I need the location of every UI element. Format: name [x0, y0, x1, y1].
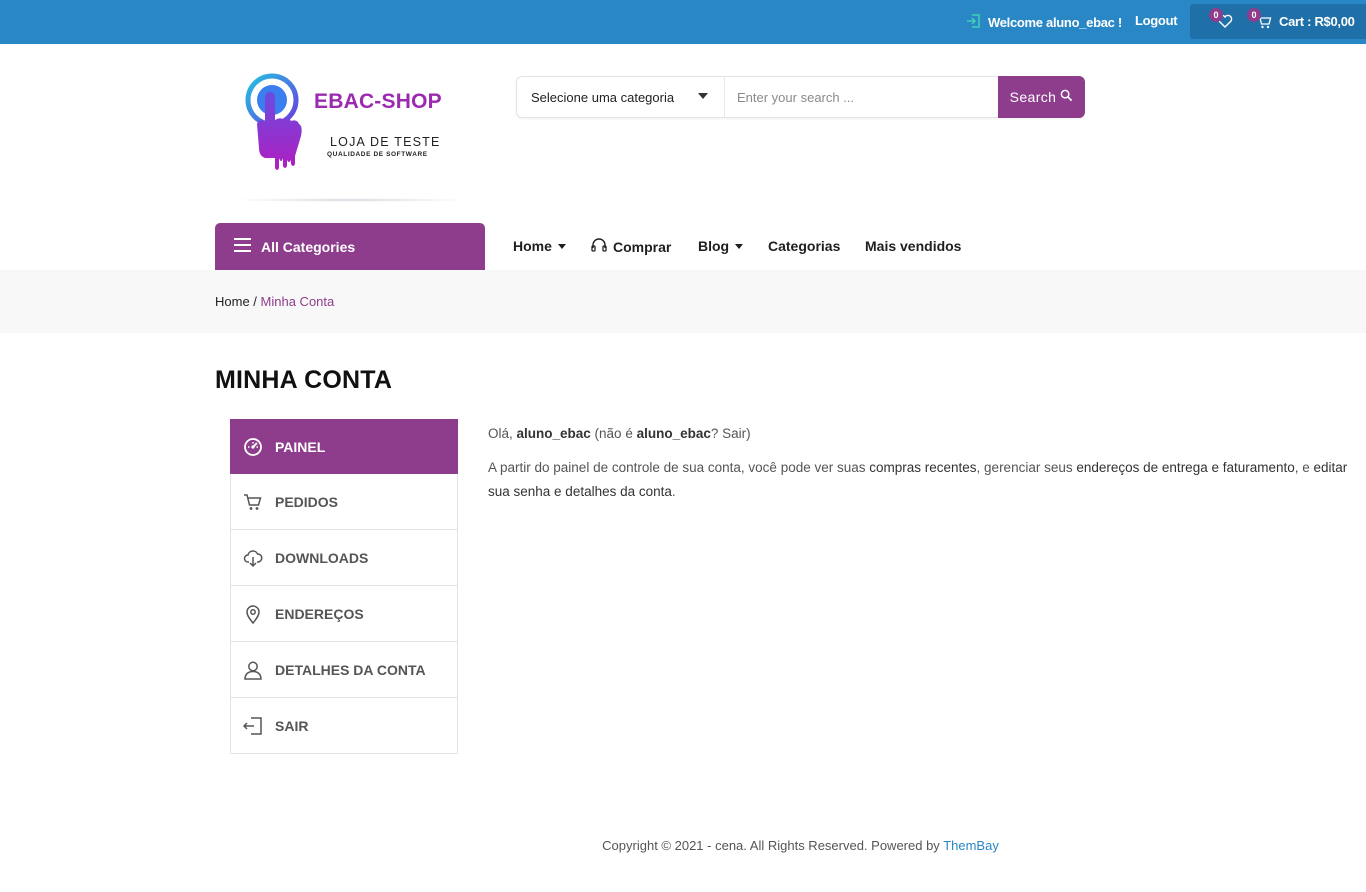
desc-text-a: A partir do painel de controle de sua co…	[488, 460, 870, 475]
account-menu-pedidos[interactable]: PEDIDOS	[230, 474, 458, 530]
account-menu-label: PAINEL	[275, 438, 326, 455]
username-repeat: aluno_ebac	[636, 426, 711, 441]
desc-text-c: , e	[1294, 460, 1314, 475]
wishlist-count-badge: 0	[1209, 8, 1223, 22]
footer-copyright: Copyright © 2021 - cena. All Rights Rese…	[602, 838, 944, 853]
nav-comprar[interactable]: Comprar	[591, 238, 671, 256]
account-menu-enderecos[interactable]: ENDEREÇOS	[230, 586, 458, 642]
account-menu-label: DETALHES DA CONTA	[275, 661, 426, 678]
dashboard-icon	[243, 437, 263, 457]
site-logo[interactable]: EBAC-SHOP LOJA DE TESTE QUALIDADE DE SOF…	[230, 70, 470, 205]
chevron-down-icon[interactable]	[698, 93, 708, 99]
username: aluno_ebac	[516, 426, 591, 441]
nav-mais-vendidos-label: Mais vendidos	[865, 238, 962, 254]
nav-categorias[interactable]: Categorias	[768, 238, 840, 254]
welcome-text: Welcome aluno_ebac !	[988, 15, 1122, 30]
breadcrumb-home-link[interactable]: Home	[215, 294, 250, 309]
footer: Copyright © 2021 - cena. All Rights Rese…	[0, 838, 1366, 853]
breadcrumb-current: Minha Conta	[260, 294, 335, 309]
search-icon	[1060, 89, 1073, 105]
breadcrumb-separator: /	[249, 294, 261, 309]
not-you-text: (não é	[590, 426, 637, 441]
caret-down-icon	[557, 243, 566, 249]
account-menu: PAINEL PEDIDOS DOWNLOADS ENDEREÇOS DETAL…	[230, 419, 458, 754]
breadcrumb: Home / Minha Conta	[215, 294, 334, 309]
sair-link[interactable]: Sair	[722, 426, 746, 441]
account-menu-label: DOWNLOADS	[275, 549, 369, 566]
nav-home[interactable]: Home	[513, 238, 566, 254]
all-categories-button[interactable]: All Categories	[215, 223, 485, 270]
cart-count-badge: 0	[1247, 8, 1261, 22]
logo-subtitle: LOJA DE TESTE	[330, 135, 441, 149]
top-bar: Welcome aluno_ebac ! Logout 0 0 Cart : R…	[0, 0, 1366, 44]
account-menu-detalhes-da-conta[interactable]: DETALHES DA CONTA	[230, 642, 458, 698]
map-pin-icon	[243, 604, 263, 624]
search-button-label: Search	[1009, 89, 1057, 105]
headset-icon	[591, 238, 607, 256]
cart-icon	[243, 492, 263, 512]
logout-link[interactable]: Logout	[1135, 13, 1178, 28]
breadcrumb-bar: Home / Minha Conta	[0, 270, 1366, 333]
account-menu-label: PEDIDOS	[275, 493, 339, 510]
greeting-paragraph: Olá, aluno_ebac (não é aluno_ebac? Sair)	[488, 422, 1366, 446]
nav-mais-vendidos[interactable]: Mais vendidos	[865, 238, 961, 254]
question-mark: ?	[710, 426, 723, 441]
account-menu-label: ENDEREÇOS	[275, 605, 364, 622]
cloud-download-icon	[243, 548, 263, 568]
account-dashboard-content: Olá, aluno_ebac (não é aluno_ebac? Sair)…	[488, 422, 1366, 504]
all-categories-label: All Categories	[261, 238, 356, 255]
close-paren: )	[746, 426, 751, 441]
nav-home-label: Home	[513, 238, 552, 254]
hamburger-icon	[234, 238, 251, 255]
user-icon	[243, 660, 263, 680]
logo-title: EBAC-SHOP	[314, 90, 442, 113]
desc-text-b: , gerenciar seus	[976, 460, 1077, 475]
search-button[interactable]: Search	[998, 76, 1085, 118]
cart-box: 0 0 Cart : R$0,00	[1190, 4, 1366, 39]
logo-hand-icon	[245, 73, 302, 170]
login-icon	[966, 13, 982, 32]
account-menu-downloads[interactable]: DOWNLOADS	[230, 530, 458, 586]
logo-underline	[230, 198, 470, 202]
dashboard-description: A partir do painel de controle de sua co…	[488, 456, 1366, 504]
nav-blog[interactable]: Blog	[698, 238, 744, 254]
nav-categorias-label: Categorias	[768, 238, 841, 254]
caret-down-icon	[735, 243, 744, 249]
cart-total[interactable]: Cart : R$0,00	[1279, 14, 1355, 29]
account-menu-sair[interactable]: SAIR	[230, 698, 458, 754]
account-menu-painel[interactable]: PAINEL	[230, 419, 458, 474]
search-input[interactable]	[727, 78, 997, 116]
welcome-message[interactable]: Welcome aluno_ebac !	[966, 13, 1122, 32]
logo-tagline: QUALIDADE DE SOFTWARE	[327, 151, 428, 158]
logout-icon	[243, 716, 263, 736]
nav-comprar-label: Comprar	[613, 239, 672, 255]
category-select[interactable]: Selecione uma categoria	[531, 90, 674, 105]
nav-blog-label: Blog	[698, 238, 730, 254]
recent-orders-link[interactable]: compras recentes	[869, 460, 976, 475]
page-title: MINHA CONTA	[215, 366, 393, 394]
search-divider	[724, 77, 725, 117]
thembay-link[interactable]: ThemBay	[943, 838, 999, 853]
greeting-prefix: Olá,	[488, 426, 517, 441]
search-bar: Selecione uma categoria Search	[516, 76, 1085, 118]
desc-text-d: .	[671, 484, 676, 499]
account-menu-label: SAIR	[275, 717, 309, 734]
addresses-link[interactable]: endereços de entrega e faturamento	[1076, 460, 1294, 475]
